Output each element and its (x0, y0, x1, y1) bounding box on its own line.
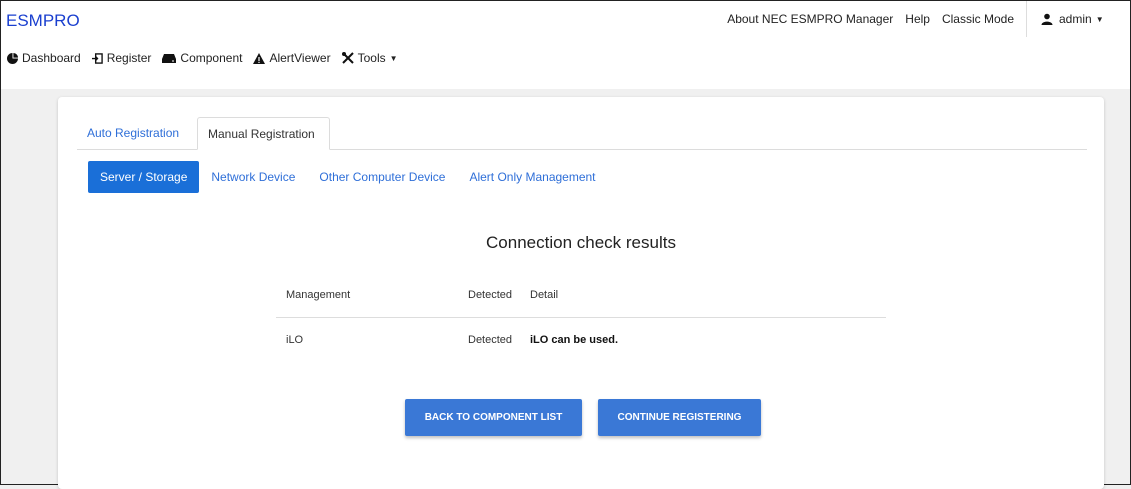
user-name: admin (1059, 12, 1092, 26)
tab-auto-registration[interactable]: Auto Registration (77, 117, 189, 149)
nav-label: Dashboard (22, 51, 81, 65)
help-link[interactable]: Help (905, 12, 930, 26)
header-detail: Detail (530, 289, 559, 301)
cell-detected: Detected (468, 334, 513, 346)
header-management: Management (286, 289, 351, 301)
nav-alertviewer[interactable]: AlertViewer (253, 51, 331, 65)
main-nav: Dashboard Register Component AlertViewer… (7, 51, 409, 65)
nav-label: Register (106, 51, 152, 65)
subtab-server-storage[interactable]: Server / Storage (88, 161, 200, 193)
header-detected: Detected (468, 289, 513, 301)
nav-dashboard[interactable]: Dashboard (7, 51, 81, 65)
component-icon (162, 54, 177, 63)
back-to-component-list-button[interactable]: BACK TO COMPONENT LIST (405, 399, 582, 436)
top-right-links: About NEC ESMPRO Manager Help Classic Mo… (727, 1, 1130, 37)
user-menu[interactable]: admin ▼ (1026, 1, 1130, 37)
tab-manual-registration[interactable]: Manual Registration (197, 117, 330, 150)
device-type-tabs: Server / Storage Network Device Other Co… (88, 161, 608, 193)
page-title: Connection check results (486, 233, 676, 252)
brand-logo[interactable]: ESMPRO (6, 11, 80, 31)
subtab-network-device[interactable]: Network Device (199, 161, 307, 193)
cell-detail: iLO can be used. (530, 334, 619, 346)
chevron-down-icon: ▼ (389, 53, 398, 63)
results-table: Management Detected Detail iLO Detected … (276, 273, 886, 362)
table-header-row: Management Detected Detail (276, 273, 886, 318)
continue-registering-button[interactable]: CONTINUE REGISTERING (598, 399, 761, 436)
user-icon (1041, 13, 1053, 25)
subtab-alert-only-management[interactable]: Alert Only Management (457, 161, 607, 193)
table-row: iLO Detected iLO can be used. (276, 318, 886, 362)
registration-tabs: Auto Registration Manual Registration (77, 117, 1087, 150)
nav-register[interactable]: Register (91, 51, 152, 65)
top-bar: ESMPRO About NEC ESMPRO Manager Help Cla… (1, 1, 1130, 89)
about-link[interactable]: About NEC ESMPRO Manager (727, 12, 893, 26)
register-icon (91, 52, 103, 64)
nav-label: Tools (357, 51, 386, 65)
dashboard-icon (7, 52, 18, 64)
alert-icon (253, 52, 266, 64)
nav-tools[interactable]: Tools ▼ (341, 51, 398, 65)
classic-mode-link[interactable]: Classic Mode (942, 12, 1014, 26)
nav-component[interactable]: Component (162, 51, 242, 65)
tools-icon (341, 52, 354, 64)
subtab-other-computer-device[interactable]: Other Computer Device (307, 161, 457, 193)
nav-label: Component (180, 51, 243, 65)
content-card: Auto Registration Manual Registration Se… (58, 97, 1104, 489)
chevron-down-icon: ▼ (1095, 14, 1104, 24)
cell-management: iLO (286, 334, 304, 346)
nav-label: AlertViewer (269, 51, 331, 65)
